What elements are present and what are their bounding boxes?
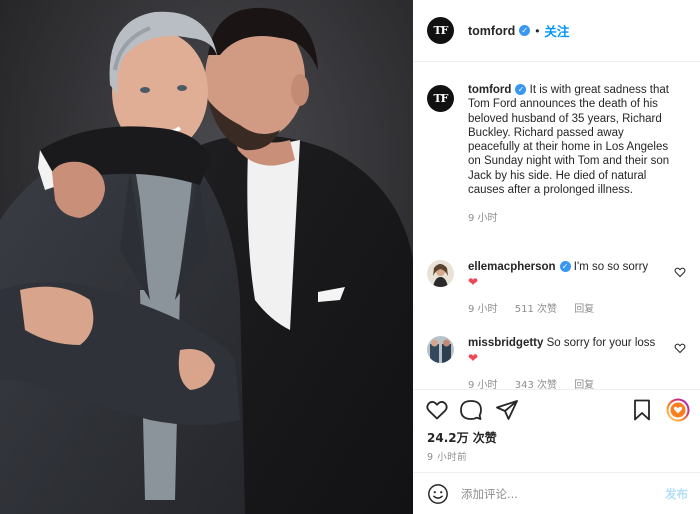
red-heart-emoji-icon: ❤: [468, 275, 479, 289]
add-comment-row: 发布: [413, 472, 700, 514]
separator-dot: •: [535, 23, 540, 38]
author-avatar[interactable]: TF: [427, 17, 454, 44]
comment-item: missbridgetty So sorry for your loss ❤ 9…: [427, 336, 692, 389]
commenter-avatar[interactable]: [427, 260, 454, 287]
comment-input[interactable]: [461, 485, 641, 503]
caption-text-block: tomford ✓ It is with great sadness that T…: [468, 83, 678, 197]
reply-button[interactable]: 回复: [574, 304, 594, 315]
verified-badge-icon: ✓: [559, 261, 571, 273]
paper-plane-icon[interactable]: [495, 398, 519, 422]
post-photo[interactable]: [0, 0, 413, 514]
comment-time[interactable]: 9 小时: [468, 380, 498, 389]
comment-like-heart-icon[interactable]: [674, 342, 686, 354]
verified-badge-icon: ✓: [515, 84, 527, 96]
comment-text: So sorry for your loss: [546, 337, 656, 349]
comment-time[interactable]: 9 小时: [468, 304, 498, 315]
post-comment-button[interactable]: 发布: [665, 486, 688, 502]
comment-bubble-icon[interactable]: [459, 398, 483, 422]
comment-like-heart-icon[interactable]: [674, 266, 686, 278]
post-caption: TF tomford ✓ It is with great sadness tha…: [427, 83, 692, 224]
follow-button[interactable]: 关注: [544, 21, 569, 40]
comments-list[interactable]: TF tomford ✓ It is with great sadness tha…: [413, 63, 700, 389]
post-time[interactable]: 9 小时前: [427, 449, 467, 463]
emoji-smile-icon[interactable]: [427, 483, 449, 505]
post-header: TF tomford ✓ • 关注: [413, 0, 700, 62]
commenter-username[interactable]: ellemacpherson: [468, 261, 556, 273]
caption-author-avatar[interactable]: TF: [427, 85, 454, 112]
verified-badge-icon: ✓: [519, 25, 531, 36]
comment-text: I'm so so sorry: [573, 261, 649, 273]
bookmark-icon[interactable]: [630, 398, 654, 422]
caption-time[interactable]: 9 小时: [468, 213, 498, 224]
caption-text: It is with great sadness that Tom Ford a…: [468, 84, 670, 197]
caption-meta: 9 小时: [468, 209, 678, 224]
post-photo-illustration: [0, 0, 413, 514]
red-heart-emoji-icon: ❤: [468, 351, 479, 365]
comment-meta: 9 小时 511 次赞 回复: [468, 300, 663, 315]
story-ring-icon[interactable]: [666, 398, 690, 422]
post-panel: TF tomford ✓ • 关注 TF tomford ✓ It is with…: [413, 0, 700, 514]
heart-icon[interactable]: [425, 398, 449, 422]
comment-likes[interactable]: 343 次赞: [515, 380, 557, 389]
author-username[interactable]: tomford: [468, 24, 515, 38]
commenter-avatar[interactable]: [427, 336, 454, 363]
reply-button[interactable]: 回复: [574, 380, 594, 389]
comment-likes[interactable]: 511 次赞: [515, 304, 557, 315]
action-icon-row: [425, 398, 690, 424]
post-actions: 24.2万 次赞 9 小时前 发布: [413, 389, 700, 514]
comment-item: ellemacpherson ✓ I'm so so sorry ❤ 9 小时 5…: [427, 260, 692, 315]
likes-count[interactable]: 24.2万 次赞: [427, 429, 497, 446]
commenter-username[interactable]: missbridgetty: [468, 337, 543, 349]
caption-username[interactable]: tomford: [468, 84, 511, 96]
comment-meta: 9 小时 343 次赞 回复: [468, 376, 663, 389]
